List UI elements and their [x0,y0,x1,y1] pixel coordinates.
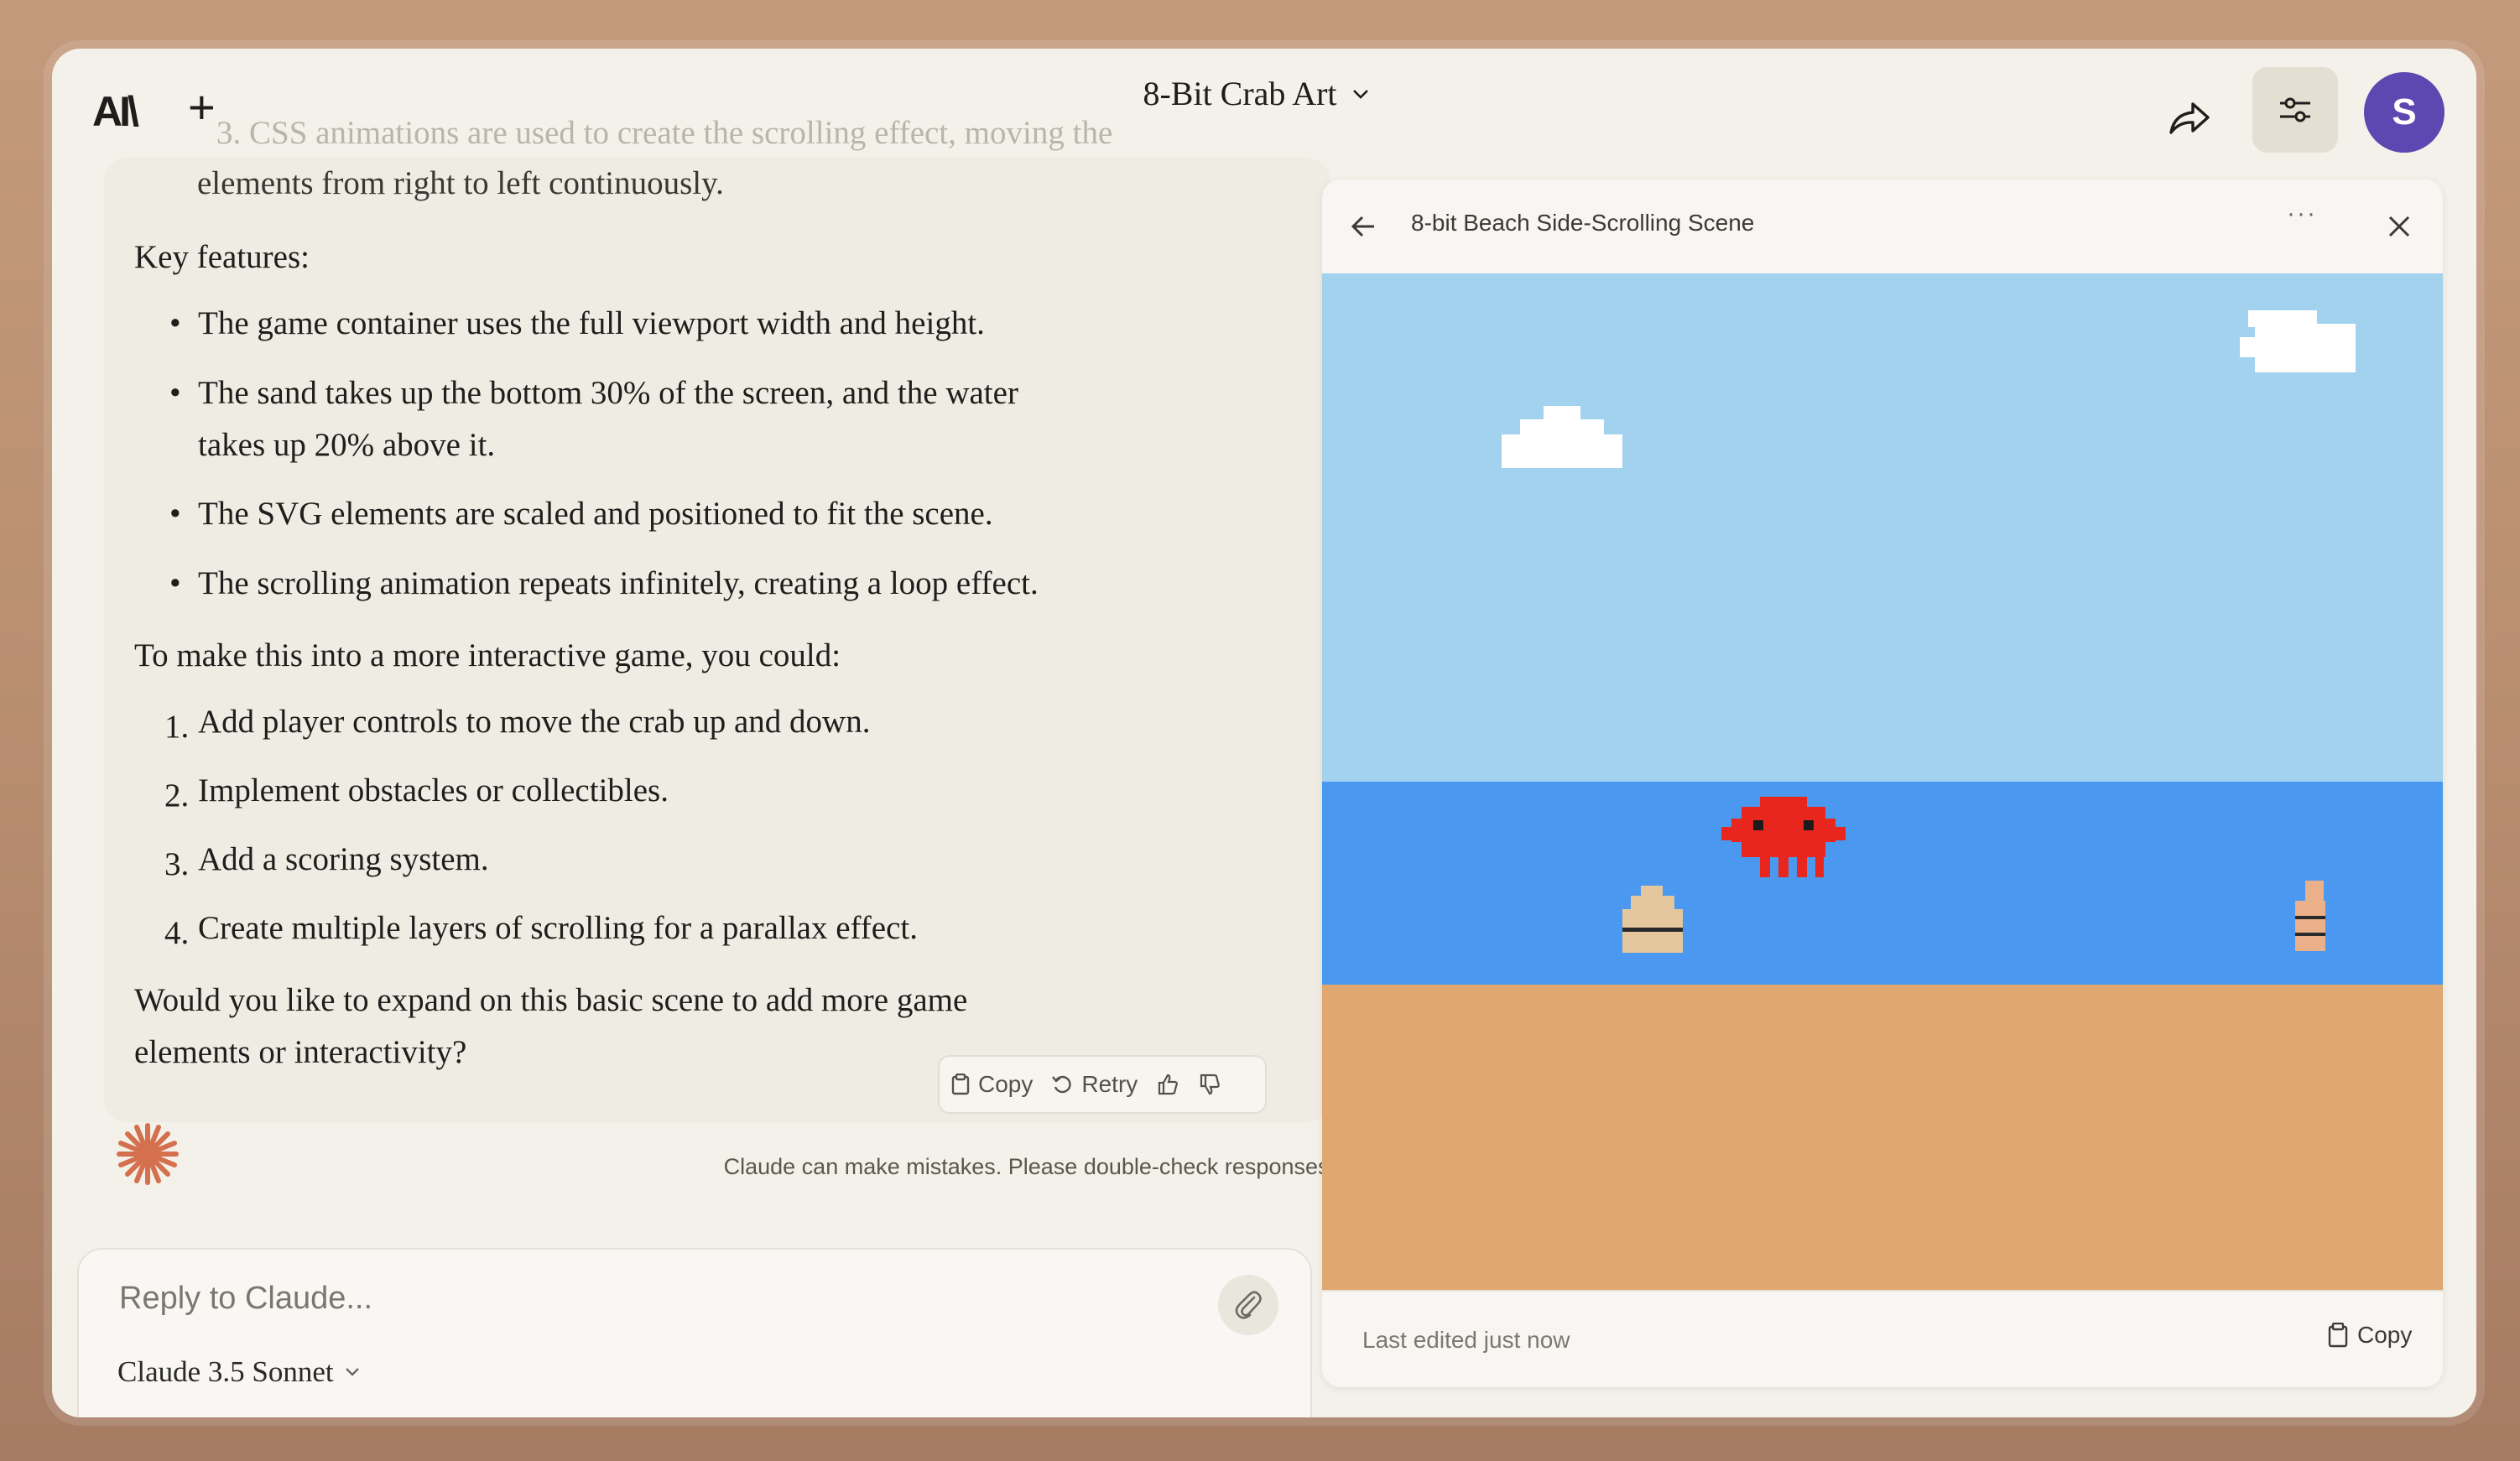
model-selector[interactable]: Claude 3.5 Sonnet [117,1355,361,1389]
artifact-copy-label: Copy [2357,1322,2413,1348]
step-number: 4. [164,915,190,951]
feature-item: The scrolling animation repeats infinite… [169,558,1039,610]
step-number: 1. [164,709,190,745]
attach-button[interactable] [1218,1275,1278,1335]
back-arrow-icon[interactable] [1347,210,1381,243]
artifact-panel: 8-bit Beach Side-Scrolling Scene ··· Las… [1322,179,2443,1387]
claude-spark-icon [117,1123,179,1185]
reply-input[interactable] [117,1280,1127,1318]
sliders-icon [2280,97,2310,122]
clipboard-icon [2328,1323,2348,1348]
sandcastle-obstacle [1622,886,1683,953]
clipboard-icon [951,1074,970,1095]
closing-line-2: elements or interactivity? [134,1034,467,1070]
disclaimer: Claude can make mistakes. Please double-… [723,1154,1335,1179]
step-number: 2. [164,777,190,814]
interactive-intro: To make this into a more interactive gam… [134,637,841,673]
key-features-heading: Key features: [134,239,310,275]
feature-item-continued: takes up 20% above it. [198,427,496,463]
step-item: Add player controls to move the crab up … [198,704,871,740]
faded-text-line: 3. CSS animations are used to create the… [216,115,1113,151]
feature-item: The game container uses the full viewpor… [169,298,985,350]
model-name: Claude 3.5 Sonnet [117,1355,334,1388]
water [1322,782,2443,985]
more-options-button[interactable]: ··· [2287,200,2317,228]
thumbs-up-icon[interactable] [1156,1073,1179,1096]
step-item: Create multiple layers of scrolling for … [198,910,918,946]
retry-label: Retry [1081,1071,1138,1097]
retry-icon [1052,1075,1071,1094]
copy-label: Copy [978,1071,1034,1097]
new-chat-button[interactable]: + [188,84,216,131]
anthropic-logo[interactable]: AI\ [92,87,139,136]
user-avatar[interactable]: S [2364,72,2445,153]
artifact-footer: Last edited just now Copy [1322,1290,2443,1387]
step-item: Implement obstacles or collectibles. [198,772,669,808]
thumbs-down-icon[interactable] [1198,1073,1221,1096]
chat-title-dropdown[interactable]: 8-Bit Crab Art [1143,74,1370,113]
share-icon[interactable] [2164,92,2215,143]
composer: Claude 3.5 Sonnet [77,1248,1312,1417]
close-icon[interactable] [2382,210,2416,243]
beach-scene-preview [1322,273,2443,1290]
chevron-down-icon [1352,89,1368,99]
artifact-copy-button[interactable]: Copy [2327,1322,2412,1349]
step-number: 3. [164,846,190,882]
chat-panel: 3. CSS animations are used to create the… [52,49,1335,1417]
message-actions: Copy Retry [938,1055,1267,1114]
chat-title: 8-Bit Crab Art [1143,75,1337,112]
artifact-title: 8-bit Beach Side-Scrolling Scene [1411,210,1755,236]
sand [1322,985,2443,1290]
settings-button[interactable] [2252,67,2338,153]
app-window: 3. CSS animations are used to create the… [52,49,2476,1417]
chevron-down-icon [345,1368,359,1376]
paperclip-icon [1235,1291,1262,1319]
closing-line: Would you like to expand on this basic s… [134,982,968,1018]
artifact-header: 8-bit Beach Side-Scrolling Scene ··· [1322,179,2443,273]
last-edited-text: Last edited just now [1362,1327,1570,1353]
feature-item: The SVG elements are scaled and position… [169,488,993,540]
retry-button[interactable]: Retry [1051,1071,1138,1098]
copy-button[interactable]: Copy [951,1071,1033,1098]
step-item: Add a scoring system. [198,841,489,877]
feature-item: The sand takes up the bottom 30% of the … [169,367,1018,419]
faded-text-line-2: elements from right to left continuously… [197,165,724,201]
